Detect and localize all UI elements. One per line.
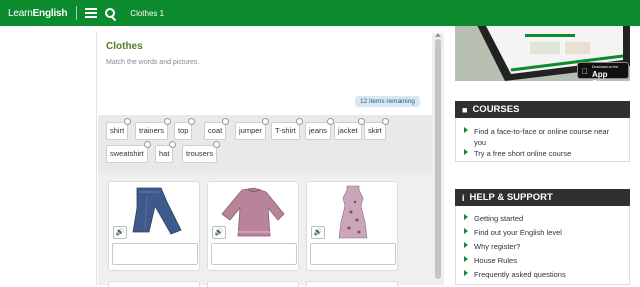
support-link-faq[interactable]: Frequently asked questions bbox=[464, 269, 566, 280]
hamburger-menu-icon[interactable] bbox=[85, 8, 98, 18]
word-label: jacket bbox=[338, 126, 358, 135]
speaker-icon[interactable] bbox=[326, 118, 334, 125]
answer-drop-zone[interactable] bbox=[211, 243, 297, 265]
picture-card-partial bbox=[207, 281, 299, 287]
support-link-getting-started[interactable]: Getting started bbox=[464, 213, 523, 224]
speaker-icon: 🔊 bbox=[214, 229, 224, 236]
site-logo[interactable]: LearnEnglish bbox=[8, 8, 67, 19]
scrollbar-thumb[interactable] bbox=[435, 39, 441, 279]
mortarboard-icon: ■ bbox=[462, 104, 468, 115]
word-bank: shirt trainers top coat jumper T-shirt j… bbox=[98, 115, 432, 173]
logo-text-learn: Learn bbox=[8, 7, 33, 19]
play-sound-button[interactable]: 🔊 bbox=[212, 226, 226, 239]
info-icon: i bbox=[462, 192, 465, 203]
word-chip-sweatshirt[interactable]: sweatshirt bbox=[106, 141, 151, 163]
speaker-icon[interactable] bbox=[164, 118, 172, 125]
search-icon[interactable] bbox=[105, 7, 116, 19]
arrow-bullet-icon bbox=[464, 256, 468, 262]
speaker-icon: 🔊 bbox=[313, 229, 323, 236]
word-label: coat bbox=[208, 126, 223, 135]
arrow-bullet-icon bbox=[464, 214, 468, 220]
speaker-icon[interactable] bbox=[261, 118, 269, 125]
support-link-why-register[interactable]: Why register? bbox=[464, 241, 520, 252]
speaker-icon[interactable] bbox=[213, 141, 221, 148]
speaker-icon[interactable] bbox=[188, 118, 196, 125]
badge-big-text: App Store bbox=[592, 70, 613, 88]
play-sound-button[interactable]: 🔊 bbox=[311, 226, 325, 239]
arrow-bullet-icon bbox=[464, 270, 468, 276]
arrow-bullet-icon bbox=[464, 228, 468, 234]
word-label: skirt bbox=[368, 126, 382, 135]
word-chip-hat[interactable]: hat bbox=[155, 141, 177, 163]
help-support-heading: i HELP & SUPPORT bbox=[455, 189, 630, 206]
link-label: Find a face-to-face or online course nea… bbox=[474, 127, 610, 147]
speaker-icon[interactable] bbox=[143, 141, 151, 148]
speaker-icon[interactable] bbox=[169, 141, 177, 148]
link-label: Getting started bbox=[474, 214, 524, 223]
top-navigation-bar: LearnEnglish Clothes 1 bbox=[0, 0, 640, 26]
word-chip-trousers[interactable]: trousers bbox=[182, 141, 221, 163]
word-label: top bbox=[178, 126, 189, 135]
picture-card-partial bbox=[108, 281, 200, 287]
exercise-title: Clothes bbox=[106, 41, 143, 52]
courses-heading-label: COURSES bbox=[472, 104, 520, 115]
picture-card-jumper: 🔊 bbox=[207, 181, 299, 271]
link-label: House Rules bbox=[474, 256, 517, 265]
picture-card-partial bbox=[306, 281, 398, 287]
word-chip-skirt[interactable]: skirt bbox=[364, 118, 389, 140]
answer-drop-zone[interactable] bbox=[112, 243, 198, 265]
word-chip-jeans[interactable]: jeans bbox=[305, 118, 334, 140]
word-chip-coat[interactable]: coat bbox=[204, 118, 230, 140]
answer-drop-zone[interactable] bbox=[310, 243, 396, 265]
speaker-icon[interactable] bbox=[295, 118, 303, 125]
word-chip-t-shirt[interactable]: T-shirt bbox=[271, 118, 303, 140]
word-label: jumper bbox=[239, 126, 262, 135]
arrow-bullet-icon bbox=[464, 127, 468, 133]
picture-card-jeans: 🔊 bbox=[108, 181, 200, 271]
header-divider bbox=[76, 6, 78, 20]
speaker-icon[interactable] bbox=[381, 118, 389, 125]
app-store-badge[interactable]:  Download on the App Store bbox=[577, 62, 629, 88]
word-label: sweatshirt bbox=[110, 149, 144, 158]
link-label: Why register? bbox=[474, 242, 521, 251]
word-label: trainers bbox=[139, 126, 165, 135]
support-link-house-rules[interactable]: House Rules bbox=[464, 255, 517, 266]
help-support-heading-label: HELP & SUPPORT bbox=[469, 192, 553, 203]
word-label: hat bbox=[159, 149, 170, 158]
play-sound-button[interactable]: 🔊 bbox=[113, 226, 127, 239]
word-chip-shirt[interactable]: shirt bbox=[106, 118, 132, 140]
items-remaining-badge: 12 items remaining bbox=[355, 96, 420, 107]
exercise-instructions: Match the words and pictures. bbox=[106, 59, 200, 66]
link-label: Find out your English level bbox=[474, 228, 562, 237]
support-link-english-level[interactable]: Find out your English level bbox=[464, 227, 562, 238]
speaker-icon[interactable] bbox=[222, 118, 230, 125]
exercise-panel: Clothes Match the words and pictures. 12… bbox=[96, 33, 432, 287]
logo-text-english: English bbox=[32, 7, 68, 19]
apple-icon:  bbox=[582, 67, 588, 76]
speaker-icon[interactable] bbox=[124, 118, 132, 125]
word-label: T-shirt bbox=[275, 126, 296, 135]
picture-card-top: 🔊 bbox=[306, 181, 398, 271]
scroll-up-arrow-icon[interactable] bbox=[435, 33, 441, 37]
course-link-face-to-face[interactable]: Find a face-to-face or online course nea… bbox=[464, 126, 614, 148]
breadcrumb[interactable]: Clothes 1 bbox=[130, 9, 164, 18]
link-label: Frequently asked questions bbox=[474, 270, 566, 279]
arrow-bullet-icon bbox=[464, 149, 468, 155]
courses-heading: ■ COURSES bbox=[455, 101, 630, 118]
arrow-bullet-icon bbox=[464, 242, 468, 248]
word-label: jeans bbox=[309, 126, 327, 135]
speaker-icon: 🔊 bbox=[115, 229, 125, 236]
word-chip-jumper[interactable]: jumper bbox=[235, 118, 269, 140]
word-chip-trainers[interactable]: trainers bbox=[135, 118, 172, 140]
course-link-free-short[interactable]: Try a free short online course bbox=[464, 148, 571, 159]
word-label: trousers bbox=[186, 149, 214, 158]
exercise-scrollbar[interactable] bbox=[432, 33, 444, 285]
word-chip-jacket[interactable]: jacket bbox=[334, 118, 365, 140]
word-label: shirt bbox=[110, 126, 125, 135]
word-chip-top[interactable]: top bbox=[174, 118, 196, 140]
link-label: Try a free short online course bbox=[474, 149, 572, 158]
badge-small-text: Download on the bbox=[592, 65, 619, 69]
picture-area: 🔊 🔊 🔊 bbox=[98, 173, 432, 287]
